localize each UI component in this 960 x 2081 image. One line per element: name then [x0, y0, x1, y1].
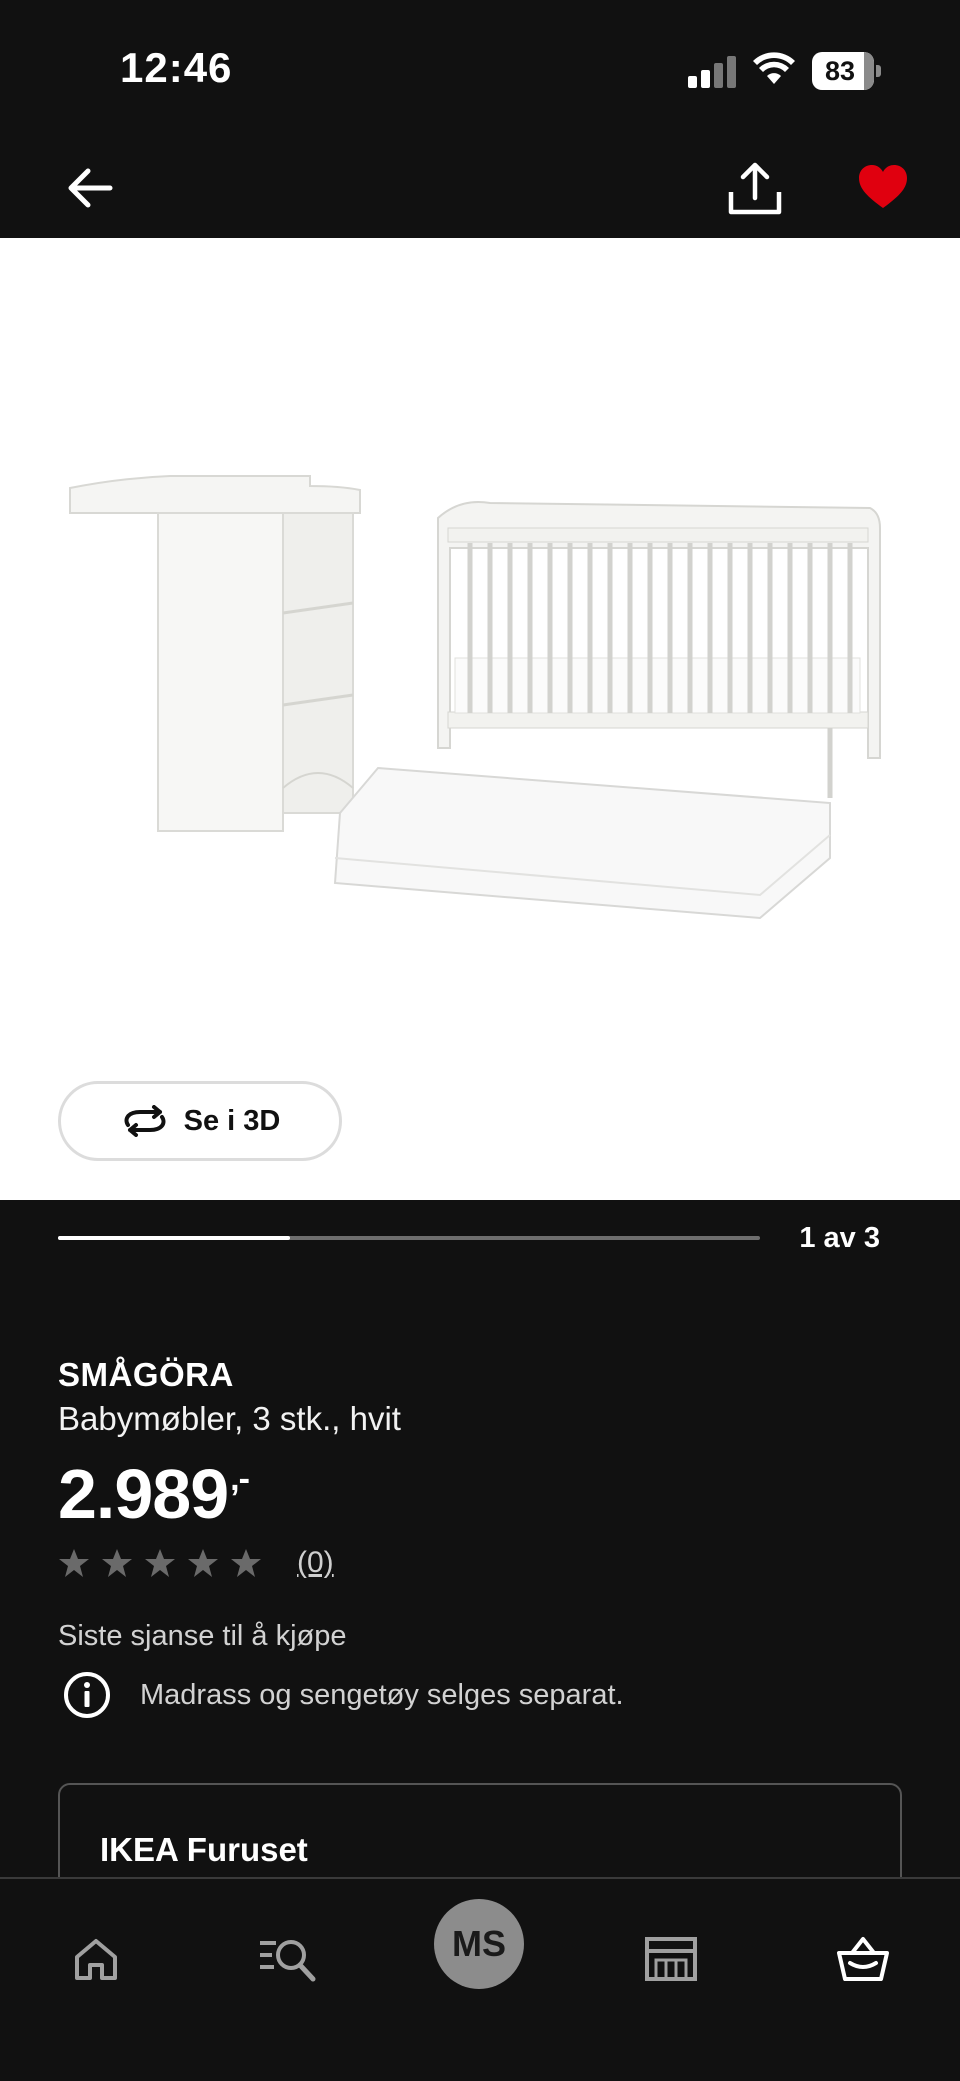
store-icon[interactable] — [644, 1935, 698, 1983]
basket-icon[interactable] — [836, 1935, 890, 1983]
gallery-progress-fill — [58, 1236, 290, 1240]
star-icon — [59, 1549, 89, 1577]
product-notice: Madrass og sengetøy selges separat. — [62, 1670, 624, 1720]
view-3d-button[interactable]: Se i 3D — [58, 1081, 342, 1161]
arrow-left-icon[interactable] — [62, 160, 118, 216]
cellular-signal-icon — [688, 54, 738, 88]
wifi-icon — [753, 52, 795, 84]
profile-avatar[interactable]: MS — [434, 1899, 524, 1989]
product-image — [69, 475, 881, 920]
rotate-3d-icon — [124, 1105, 166, 1137]
price-value: 2.989 — [58, 1455, 229, 1533]
product-image-gallery[interactable]: Se i 3D — [0, 238, 960, 1200]
share-icon[interactable] — [726, 158, 784, 218]
heart-icon[interactable] — [856, 160, 910, 214]
star-icon — [188, 1549, 218, 1577]
view-3d-label: Se i 3D — [183, 1104, 281, 1137]
status-bar: 12:46 83 — [0, 0, 960, 140]
battery-percentage: 83 — [824, 56, 856, 86]
product-brand: SMÅGÖRA — [58, 1356, 234, 1393]
info-icon — [64, 1672, 110, 1718]
bottom-navigation: MS — [0, 1877, 960, 2081]
star-icon — [145, 1549, 175, 1577]
price-suffix: ,- — [230, 1460, 250, 1498]
star-icon — [231, 1549, 261, 1577]
product-description: Babymøbler, 3 stk., hvit — [58, 1400, 401, 1437]
product-price: 2.989,- — [58, 1454, 250, 1534]
gallery-progress-bar — [58, 1236, 760, 1240]
search-icon[interactable] — [258, 1935, 316, 1983]
app-header — [0, 140, 960, 238]
battery-indicator: 83 — [812, 52, 882, 90]
rating[interactable]: (0) — [58, 1546, 334, 1580]
star-icon — [102, 1549, 132, 1577]
notice-text: Madrass og sengetøy selges separat. — [140, 1678, 624, 1711]
rating-count[interactable]: (0) — [297, 1546, 334, 1580]
status-time: 12:46 — [120, 44, 233, 91]
store-name: IKEA Furuset — [100, 1831, 308, 1868]
home-icon[interactable] — [72, 1935, 120, 1983]
gallery-position-label: 1 av 3 — [799, 1222, 880, 1254]
availability-text: Siste sjanse til å kjøpe — [58, 1620, 347, 1652]
